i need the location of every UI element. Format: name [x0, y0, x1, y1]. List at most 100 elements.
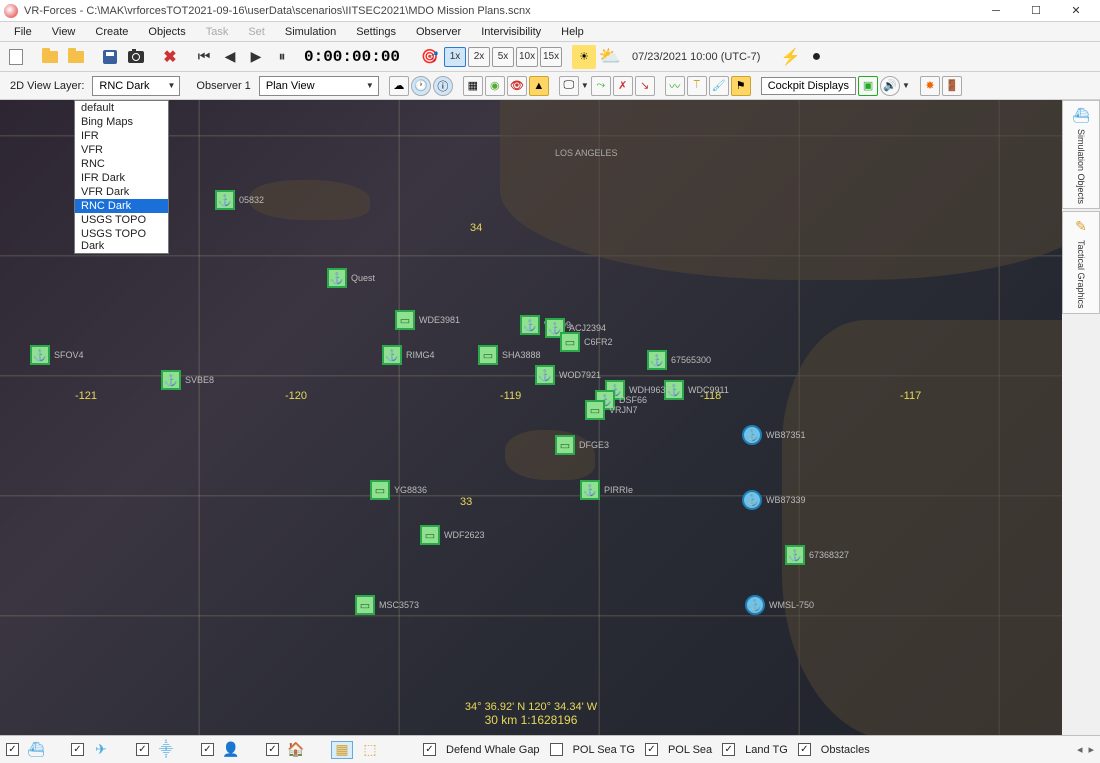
checkbox-landtg[interactable]: [722, 743, 735, 756]
map-unit[interactable]: ⚓SFOV4: [30, 345, 84, 365]
weather-toggle[interactable]: ☁: [389, 76, 409, 96]
map-unit[interactable]: ▭WDF2623: [420, 525, 485, 545]
close-button[interactable]: ✕: [1056, 0, 1096, 22]
panel-tactical-graphics[interactable]: ✎ Tactical Graphics: [1062, 211, 1100, 314]
speed-5x[interactable]: 5x: [492, 47, 514, 67]
cockpit-button[interactable]: Cockpit Displays: [761, 77, 856, 95]
delete-button[interactable]: ✖: [158, 45, 182, 69]
layer-option[interactable]: IFR Dark: [75, 171, 168, 185]
cockpit-toggle[interactable]: ▣: [858, 76, 878, 96]
maximize-button[interactable]: ☐: [1016, 0, 1056, 22]
checkbox-ship[interactable]: [6, 743, 19, 756]
menu-settings[interactable]: Settings: [346, 24, 406, 40]
route-green[interactable]: ⤳: [591, 76, 611, 96]
antenna-button[interactable]: ⟙: [687, 76, 707, 96]
overlay-circle-1[interactable]: 🕐: [411, 76, 431, 96]
menu-file[interactable]: File: [4, 24, 42, 40]
exit-button[interactable]: 🚪: [942, 76, 962, 96]
layer-option[interactable]: RNC Dark: [75, 199, 168, 213]
menu-create[interactable]: Create: [85, 24, 138, 40]
checkbox-defend[interactable]: [423, 743, 436, 756]
trigger-button[interactable]: ⚡: [778, 45, 802, 69]
play-button[interactable]: ▶: [244, 45, 268, 69]
panel-simulation-objects[interactable]: ⛴ Simulation Objects: [1062, 100, 1100, 209]
map-unit[interactable]: ▭C6FR2: [560, 332, 613, 352]
checkbox-sub[interactable]: [136, 743, 149, 756]
save-button[interactable]: [98, 45, 122, 69]
dropdown-arrow-icon[interactable]: ▼: [902, 81, 910, 90]
weather-cloudy-button[interactable]: ⛅: [598, 45, 622, 69]
map-unit[interactable]: ▭MSC3573: [355, 595, 419, 615]
speed-1x[interactable]: 1x: [444, 47, 466, 67]
layer-dropdown-menu[interactable]: defaultBing MapsIFRVFRRNCIFR DarkVFR Dar…: [74, 100, 169, 254]
open-button[interactable]: [38, 45, 62, 69]
grid-button[interactable]: ▦: [463, 76, 483, 96]
path-button[interactable]: 〰: [665, 76, 685, 96]
speed-2x[interactable]: 2x: [468, 47, 490, 67]
brush-button[interactable]: 🖌: [709, 76, 729, 96]
menu-objects[interactable]: Objects: [138, 24, 195, 40]
route-red[interactable]: ✗: [613, 76, 633, 96]
map-unit[interactable]: ⚓WB87339: [742, 490, 806, 510]
detonate-button[interactable]: ●: [804, 45, 828, 69]
selected-layer-icon[interactable]: ▦: [331, 741, 353, 759]
snapshot-button[interactable]: [124, 45, 148, 69]
map-unit[interactable]: ⚓WMSL-750: [745, 595, 814, 615]
marker-button[interactable]: ▲: [529, 76, 549, 96]
terrain-button[interactable]: ◉: [485, 76, 505, 96]
checkbox-polsea[interactable]: [645, 743, 658, 756]
minimize-button[interactable]: ─: [976, 0, 1016, 22]
pause-button[interactable]: ⏸: [270, 45, 294, 69]
layer-option[interactable]: VFR Dark: [75, 185, 168, 199]
route-arrow[interactable]: ↘: [635, 76, 655, 96]
dropdown-arrow-icon[interactable]: ▼: [581, 81, 589, 90]
map-unit[interactable]: ▭WDE3981: [395, 310, 460, 330]
weather-sunny-button[interactable]: ☀: [572, 45, 596, 69]
checkbox-obstacles[interactable]: [798, 743, 811, 756]
checkbox-person[interactable]: [201, 743, 214, 756]
map-unit[interactable]: ⚓67565300: [647, 350, 711, 370]
map-unit[interactable]: ⚓RIMG4: [382, 345, 435, 365]
step-back-button[interactable]: ◀: [218, 45, 242, 69]
layer-option[interactable]: USGS TOPO Dark: [75, 227, 168, 253]
monitor-button[interactable]: 🖵: [559, 76, 579, 96]
menu-intervisibility[interactable]: Intervisibility: [471, 24, 551, 40]
menu-simulation[interactable]: Simulation: [275, 24, 346, 40]
open-scenario-button[interactable]: [64, 45, 88, 69]
new-button[interactable]: [4, 45, 28, 69]
checkbox-air[interactable]: [71, 743, 84, 756]
map-unit[interactable]: ⚓PIRRIe: [580, 480, 633, 500]
speed-15x[interactable]: 15x: [540, 47, 562, 67]
layer-option[interactable]: RNC: [75, 157, 168, 171]
map-unit[interactable]: ⚓WOD7921: [535, 365, 601, 385]
visibility-button[interactable]: 👁: [507, 76, 527, 96]
flag-button[interactable]: ⚑: [731, 76, 751, 96]
speed-10x[interactable]: 10x: [516, 47, 538, 67]
map-unit[interactable]: ⚓67368327: [785, 545, 849, 565]
sound-button[interactable]: 🔊: [880, 76, 900, 96]
menu-view[interactable]: View: [42, 24, 86, 40]
layer-icon[interactable]: ⬚: [359, 741, 381, 759]
map-unit[interactable]: ⚓WB87351: [742, 425, 806, 445]
scroll-left-icon[interactable]: ◂: [1077, 743, 1083, 756]
layer-option[interactable]: VFR: [75, 143, 168, 157]
datetime-display[interactable]: 07/23/2021 10:00 (UTC-7): [624, 51, 768, 63]
map-unit[interactable]: ▭VRJN7: [585, 400, 638, 420]
map-unit[interactable]: ▭YG8836: [370, 480, 427, 500]
overlay-circle-2[interactable]: ⓘ: [433, 76, 453, 96]
map-unit[interactable]: ▭SHA3888: [478, 345, 541, 365]
menu-observer[interactable]: Observer: [406, 24, 471, 40]
scroll-right-icon[interactable]: ▸: [1088, 743, 1094, 756]
rewind-button[interactable]: ⏮: [192, 45, 216, 69]
map-unit[interactable]: ⚓05832: [215, 190, 264, 210]
layer-dropdown[interactable]: RNC Dark ▼: [92, 76, 180, 96]
layer-option[interactable]: default: [75, 101, 168, 115]
map-unit[interactable]: ⚓SVBE8: [161, 370, 214, 390]
layer-option[interactable]: Bing Maps: [75, 115, 168, 129]
explosion-button[interactable]: ✸: [920, 76, 940, 96]
checkbox-poltg[interactable]: [550, 743, 563, 756]
map-unit[interactable]: ⚓WDC9911: [664, 380, 729, 400]
map-unit[interactable]: ▭DFGE3: [555, 435, 609, 455]
view-dropdown[interactable]: Plan View ▼: [259, 76, 379, 96]
menu-help[interactable]: Help: [551, 24, 594, 40]
